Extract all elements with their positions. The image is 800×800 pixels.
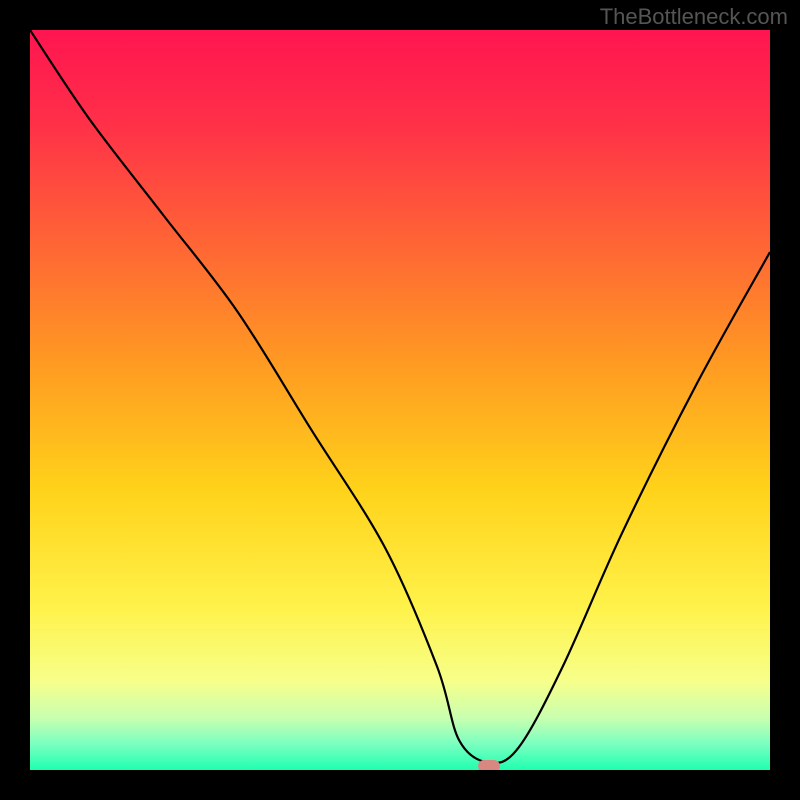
watermark-text: TheBottleneck.com [600, 4, 788, 30]
bottleneck-curve [30, 30, 770, 770]
bottleneck-chart [30, 30, 770, 770]
optimal-marker [478, 760, 500, 770]
